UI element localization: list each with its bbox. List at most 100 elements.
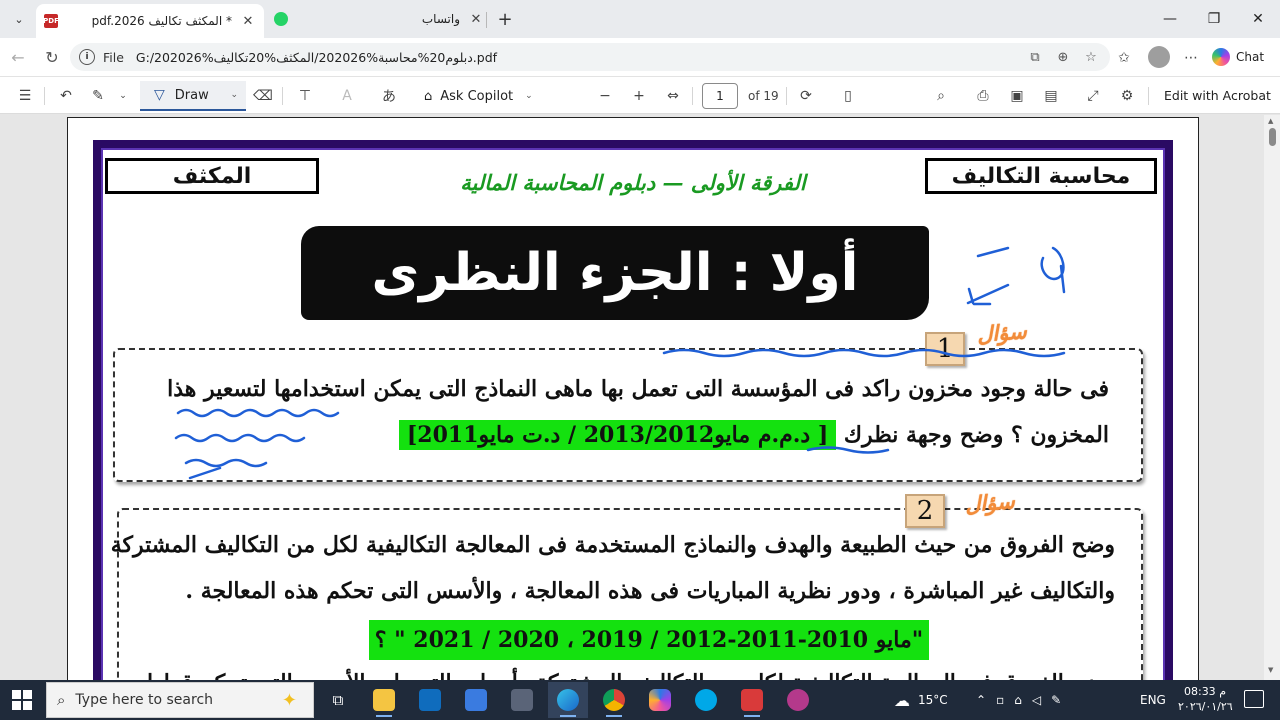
edit-with-acrobat-link[interactable]: Edit with Acrobat [1164, 88, 1271, 103]
settings-gear-icon[interactable]: ⚙ [1116, 85, 1138, 107]
back-icon[interactable]: ← [6, 46, 30, 68]
whatsapp-icon [274, 12, 288, 26]
scroll-down-icon[interactable]: ▼ [1268, 666, 1273, 674]
save-icon[interactable]: ▣ [1006, 85, 1028, 107]
page-subtitle: الفرقة الأولى — دبلوم المحاسبة المالية [460, 170, 806, 195]
page-number-input[interactable]: 1 [702, 83, 738, 109]
fullscreen-icon[interactable]: ⤢ [1082, 85, 1104, 107]
page-view-icon[interactable]: ▯ [837, 85, 859, 107]
scrollbar-thumb[interactable] [1269, 128, 1276, 146]
store-icon[interactable] [456, 682, 496, 718]
draw-button[interactable]: ▽ Draw ⌄ [140, 81, 246, 111]
windows-start-icon[interactable] [12, 690, 32, 710]
close-icon[interactable]: ✕ [240, 14, 256, 29]
highlight-dropdown-icon[interactable]: ⌄ [112, 85, 134, 107]
favorite-star-icon[interactable]: ☆ [1082, 48, 1100, 66]
close-icon[interactable]: ✕ [468, 12, 484, 27]
pdf-toolbar: ☰ ↶ ✎ ⌄ ▽ Draw ⌄ ⌫ ⊤ A あ ⌂ Ask Copilot ⌄… [0, 76, 1280, 114]
tray-device-icon[interactable]: ▫ [996, 693, 1004, 707]
clock-time: 08:33 م [1183, 685, 1226, 698]
save-as-icon[interactable]: ▤ [1040, 85, 1062, 107]
pdf-viewport[interactable]: محاسبة التكاليف المكثف الفرقة الأولى — د… [0, 115, 1280, 680]
app-icon[interactable] [778, 682, 818, 718]
calculator-icon[interactable] [502, 682, 542, 718]
copilot-app-icon[interactable] [640, 682, 680, 718]
text-box-icon[interactable]: ⊤ [294, 85, 316, 107]
clock[interactable]: 08:33 م ٢٠٢٦/٠١/٢٦ [1178, 684, 1233, 714]
ask-copilot-button[interactable]: ⌂ Ask Copilot ⌄ [424, 85, 533, 107]
zoom-app-icon[interactable] [732, 682, 772, 718]
chat-label: Chat [1236, 50, 1265, 64]
tray-chevron-icon[interactable]: ⌃ [976, 693, 986, 707]
vertical-scrollbar[interactable]: ▲ ▼ [1264, 115, 1280, 680]
weather-cloud-icon: ☁ [894, 690, 910, 710]
question-text: المخزون ؟ وضح وجهة نظرك [843, 422, 1109, 448]
highlight-icon[interactable]: ✎ [87, 85, 109, 107]
scroll-up-icon[interactable]: ▲ [1268, 117, 1273, 125]
toolbar-divider [282, 87, 283, 105]
tab-whatsapp[interactable]: واتساب ✕ [266, 4, 492, 34]
url-input[interactable]: i File G:/202026%دبلوم20%محاسبة%202026/ا… [70, 43, 1110, 71]
rotate-icon[interactable]: ⟳ [795, 85, 817, 107]
outlook-icon[interactable] [410, 682, 450, 718]
maximize-icon[interactable]: ❐ [1192, 6, 1236, 32]
question-text-line: والتكاليف غير المباشرة ، ودور نظرية المب… [185, 578, 1115, 604]
network-icon[interactable]: ⌂ [1014, 693, 1022, 707]
more-icon[interactable]: ⋯ [1180, 47, 1202, 69]
toolbar-divider [692, 87, 693, 105]
question-tag: سؤال [964, 488, 1016, 517]
weather-widget[interactable]: ☁ 15°C [894, 680, 948, 720]
clock-date: ٢٠٢٦/٠١/٢٦ [1178, 700, 1233, 713]
chevron-down-icon: ⌄ [230, 90, 238, 100]
tab-actions-menu-icon[interactable]: ⌄ [8, 8, 30, 30]
favorites-icon[interactable]: ✩ [1113, 47, 1135, 69]
question-text-line: وضح الفروق فى المعالجة التكاليفية لكل من… [126, 670, 1115, 680]
pen-tray-icon[interactable]: ✎ [1051, 693, 1061, 707]
question-card: فى حالة وجود مخزون راكد فى المؤسسة التى … [113, 348, 1143, 482]
tab-pdf[interactable]: PDF pdf.2026 المكثف تكاليف * ✕ [36, 4, 264, 38]
task-view-icon[interactable]: ⧉ [318, 682, 358, 718]
window-close-icon[interactable]: ✕ [1236, 6, 1280, 32]
read-aloud-format-icon[interactable]: A [336, 85, 358, 107]
volume-icon[interactable]: ◁ [1032, 693, 1041, 707]
new-tab-icon[interactable]: + [494, 8, 516, 30]
translate-page-icon[interactable]: あ [378, 85, 400, 107]
chat-button[interactable]: Chat [1212, 46, 1264, 68]
tab-title: واتساب [421, 12, 460, 26]
page-count: of 19 [748, 89, 779, 103]
copilot-outline-icon: ⌂ [424, 88, 433, 104]
search-icon[interactable]: ⌕ [930, 85, 952, 107]
question-card: وضح الفروق من حيث الطبيعة والهدف والنماذ… [111, 508, 1143, 680]
translate-icon[interactable]: ⧉ [1026, 48, 1044, 66]
question-number-box: 2 [905, 494, 945, 528]
erase-icon[interactable]: ⌫ [252, 85, 274, 107]
chrome-icon[interactable] [594, 682, 634, 718]
avatar[interactable] [1148, 46, 1170, 68]
info-icon[interactable]: i [79, 49, 95, 65]
zoom-in-icon[interactable]: + [628, 85, 650, 107]
url-scheme: File [103, 49, 124, 65]
notification-icon[interactable] [1244, 690, 1264, 708]
print-icon[interactable]: ⎙ [972, 85, 994, 107]
fit-width-icon[interactable]: ⇔ [662, 85, 684, 107]
exam-reference: "مايو 2010-2011-2012 / 2019 ، 2020 / 202… [369, 620, 929, 660]
question-number-box: 1 [925, 332, 965, 366]
skype-icon[interactable] [686, 682, 726, 718]
minimize-icon[interactable]: — [1148, 6, 1192, 32]
language-indicator[interactable]: ENG [1140, 680, 1166, 720]
question-text-line: وضح الفروق من حيث الطبيعة والهدف والنماذ… [110, 532, 1115, 558]
search-icon: ⌕ [57, 691, 66, 709]
zoom-icon[interactable]: ⊕ [1054, 48, 1072, 66]
question-text-line: فى حالة وجود مخزون راكد فى المؤسسة التى … [167, 376, 1109, 402]
undo-icon[interactable]: ↶ [55, 85, 77, 107]
weather-temperature: 15°C [918, 693, 948, 707]
taskbar-search-input[interactable]: ⌕ Type here to search ✦ [46, 682, 314, 718]
zoom-out-icon[interactable]: − [594, 85, 616, 107]
system-tray: ⌃ ▫ ⌂ ◁ ✎ [976, 680, 1061, 720]
contents-list-icon[interactable]: ☰ [14, 85, 36, 107]
edge-icon[interactable] [548, 682, 588, 718]
refresh-icon[interactable]: ↻ [40, 46, 64, 68]
url-text[interactable]: G:/202026%دبلوم20%محاسبة%202026/المكثف%2… [136, 50, 497, 65]
toolbar-divider [44, 87, 45, 105]
file-explorer-icon[interactable] [364, 682, 404, 718]
